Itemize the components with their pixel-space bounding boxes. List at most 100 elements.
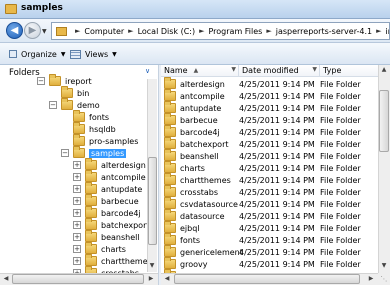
tree-hscroll-thumb[interactable] [12, 274, 144, 284]
file-name-cell: groovy [164, 257, 207, 269]
folder-icon [164, 197, 176, 209]
date-modified-cell: 4/25/2011 9:14 PM [239, 127, 315, 137]
expand-icon[interactable]: + [73, 185, 81, 193]
file-name-cell: crosstabs [164, 185, 219, 197]
file-name-cell: beanshell [164, 149, 219, 161]
resize-grip-icon[interactable]: ⋱ [378, 273, 390, 285]
file-row[interactable]: groovy 4/25/2011 9:14 PM File Folder [161, 257, 390, 270]
folder-icon [85, 218, 97, 230]
folder-icon [164, 173, 176, 185]
file-name: beanshell [180, 151, 219, 161]
tree-item-label: beanshell [101, 232, 140, 242]
file-row[interactable]: antupdate 4/25/2011 9:14 PM File Folder [161, 101, 390, 114]
date-modified-cell: 4/25/2011 9:14 PM [239, 163, 315, 173]
scroll-left-icon[interactable]: ◀ [162, 274, 172, 284]
column-header-name[interactable]: Name ▲ ▼ [161, 65, 239, 77]
expand-icon[interactable]: + [73, 245, 81, 253]
file-list-pane: Name ▲ ▼ Date modified ▼ Type alterdesig… [161, 65, 390, 273]
collapse-icon[interactable]: − [37, 77, 45, 85]
file-name-cell: chartthemes [164, 173, 231, 185]
expand-icon[interactable]: + [73, 257, 81, 265]
expand-icon[interactable]: + [73, 233, 81, 241]
date-modified-cell: 4/25/2011 9:14 PM [239, 151, 315, 161]
scroll-down-icon[interactable]: ▼ [378, 262, 390, 272]
scroll-up-icon[interactable]: ▲ [378, 66, 390, 76]
views-button[interactable]: Views ▼ [70, 47, 117, 61]
expand-icon[interactable]: + [73, 209, 81, 217]
file-row[interactable]: barcode4j 4/25/2011 9:14 PM File Folder [161, 125, 390, 138]
breadcrumb-item[interactable]: jasperreports-server-4.1 ► [276, 27, 386, 36]
file-row[interactable]: barbecue 4/25/2011 9:14 PM File Folder [161, 113, 390, 126]
tree-item-hsqldb[interactable]: hsqldb [61, 122, 116, 135]
tree-item-barcode4j[interactable]: + barcode4j [73, 206, 141, 219]
chevron-down-icon[interactable]: ▼ [312, 66, 317, 73]
type-cell: File Folder [320, 247, 361, 257]
tree-item-beanshell[interactable]: + beanshell [73, 230, 140, 243]
tree-item-antcompile[interactable]: + antcompile [73, 170, 146, 183]
address-breadcrumb[interactable]: ► Computer ► Local Disk (C:) ► Program Fil… [51, 22, 390, 40]
file-row[interactable]: charts 4/25/2011 9:14 PM File Folder [161, 161, 390, 174]
expand-icon[interactable]: + [73, 173, 81, 181]
tree-item-barbecue[interactable]: + barbecue [73, 194, 139, 207]
breadcrumb-item[interactable]: ireport► [385, 27, 389, 36]
file-row[interactable]: ejbql 4/25/2011 9:14 PM File Folder [161, 221, 390, 234]
scroll-right-icon[interactable]: ▶ [146, 274, 156, 284]
back-arrow-icon: ◀ [10, 25, 19, 36]
folder-icon [164, 209, 176, 221]
expand-icon[interactable]: + [73, 221, 81, 229]
file-row[interactable]: alterdesign 4/25/2011 9:14 PM File Folder [161, 77, 390, 90]
file-row[interactable]: batchexport 4/25/2011 9:14 PM File Folder [161, 137, 390, 150]
tree-item-label: samples [89, 148, 127, 158]
file-row[interactable]: genericelement 4/25/2011 9:14 PM File Fold… [161, 245, 390, 258]
file-row[interactable]: crosstabs 4/25/2011 9:14 PM File Folder [161, 185, 390, 198]
file-row[interactable]: datasource 4/25/2011 9:14 PM File Folder [161, 209, 390, 222]
file-row[interactable]: fonts 4/25/2011 9:14 PM File Folder [161, 233, 390, 246]
type-cell: File Folder [320, 259, 361, 269]
folder-icon [85, 230, 97, 242]
breadcrumb-item[interactable]: Computer ► [84, 27, 137, 36]
tree-item-alterdesign[interactable]: + alterdesign [73, 158, 146, 171]
type-cell: File Folder [320, 223, 361, 233]
organize-button[interactable]: Organize ▼ [9, 47, 65, 61]
tree-item-antupdate[interactable]: + antupdate [73, 182, 142, 195]
breadcrumb-item[interactable]: Program Files ► [208, 27, 275, 36]
type-cell: File Folder [320, 115, 361, 125]
tree-item-label: alterdesign [101, 160, 146, 170]
file-row[interactable]: beanshell 4/25/2011 9:14 PM File Folder [161, 149, 390, 162]
collapse-icon[interactable]: − [49, 101, 57, 109]
file-name: barcode4j [180, 127, 220, 137]
file-row[interactable]: chartthemes 4/25/2011 9:14 PM File Folder [161, 173, 390, 186]
tree-item-fonts[interactable]: fonts [61, 110, 109, 123]
forward-button[interactable]: ▶ [24, 22, 41, 39]
sort-ascending-icon: ▲ [193, 67, 199, 74]
folders-header[interactable]: Folders [9, 68, 40, 78]
collapse-icon[interactable]: − [61, 149, 69, 157]
type-cell: File Folder [320, 127, 361, 137]
file-name: alterdesign [180, 79, 225, 89]
breadcrumb-item[interactable]: Local Disk (C:) ► [138, 27, 209, 36]
expander-placeholder [61, 137, 69, 145]
recent-pages-dropdown-icon[interactable]: ▼ [42, 28, 47, 35]
scroll-left-icon[interactable]: ◀ [1, 274, 11, 284]
expand-icon[interactable]: + [73, 197, 81, 205]
breadcrumb-separator[interactable]: ► [71, 27, 84, 35]
tree-item-bin[interactable]: bin [49, 86, 89, 99]
list-scrollbar-thumb[interactable] [379, 90, 389, 152]
tree-item-samples[interactable]: − samples [61, 146, 127, 159]
file-name-cell: datasource [164, 209, 225, 221]
file-row[interactable]: csvdatasource 4/25/2011 9:14 PM File Folde… [161, 197, 390, 210]
file-name: crosstabs [180, 187, 219, 197]
back-button[interactable]: ◀ [6, 22, 23, 39]
chevron-down-icon[interactable]: ▼ [231, 66, 236, 73]
tree-item-charts[interactable]: + charts [73, 242, 126, 255]
scroll-down-icon[interactable]: ▼ [147, 262, 157, 272]
chevron-down-icon[interactable]: ∨ [145, 67, 150, 75]
expand-icon[interactable]: + [73, 161, 81, 169]
column-header-date[interactable]: Date modified ▼ [239, 65, 320, 77]
tree-scrollbar-thumb[interactable] [148, 157, 157, 245]
file-row[interactable]: antcompile 4/25/2011 9:14 PM File Folder [161, 89, 390, 102]
scroll-right-icon[interactable]: ▶ [366, 274, 376, 284]
type-cell: File Folder [320, 199, 361, 209]
type-cell: File Folder [320, 175, 361, 185]
list-hscroll-thumb[interactable] [174, 274, 360, 284]
